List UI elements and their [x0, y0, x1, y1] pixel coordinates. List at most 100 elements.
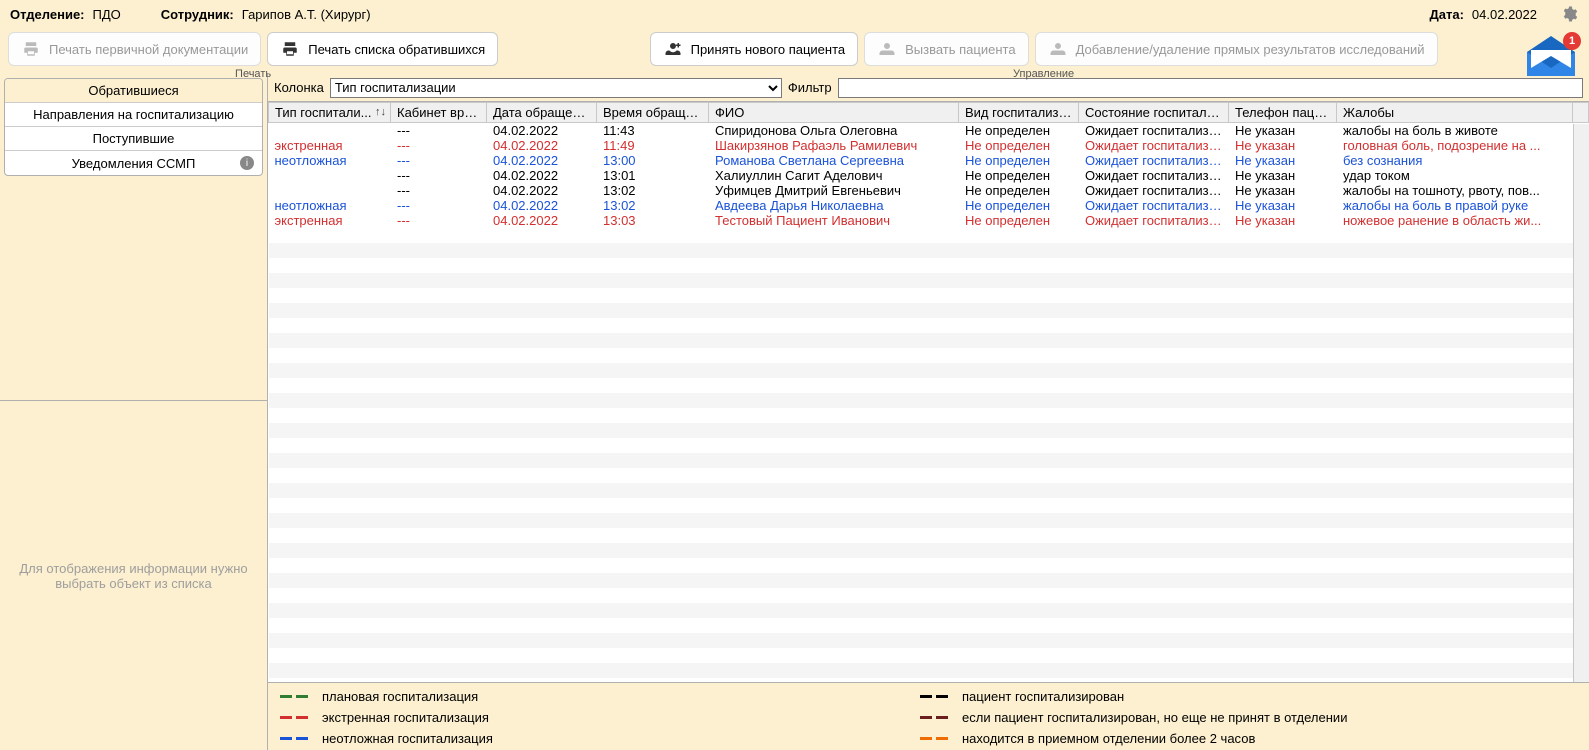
- detail-placeholder-text: Для отображения информации нужно выбрать…: [10, 561, 257, 591]
- cell-compl: жалобы на боль в животе: [1337, 123, 1573, 139]
- accept-new-label: Принять нового пациента: [691, 42, 846, 57]
- col-fio[interactable]: ФИО: [709, 103, 959, 123]
- legend-row: экстренная госпитализация: [280, 710, 920, 725]
- cell-date: 04.02.2022: [487, 138, 597, 153]
- empty-row: [269, 648, 1589, 663]
- table-row[interactable]: ---04.02.202213:01Халиуллин Сагит Аделов…: [269, 168, 1589, 183]
- cell-tel: Не указан: [1229, 138, 1337, 153]
- cell-cab: ---: [391, 138, 487, 153]
- empty-row: [269, 393, 1589, 408]
- cell-type: экстренная: [269, 213, 391, 228]
- empty-row: [269, 663, 1589, 678]
- cell-fio: Уфимцев Дмитрий Евгеньевич: [709, 183, 959, 198]
- table-row[interactable]: экстренная---04.02.202211:49Шакирзянов Р…: [269, 138, 1589, 153]
- cell-vid: Не определен: [959, 123, 1079, 139]
- legend-row: плановая госпитализация: [280, 689, 920, 704]
- accept-new-patient-button[interactable]: Принять нового пациента: [650, 32, 859, 66]
- col-compl[interactable]: Жалобы: [1337, 103, 1573, 123]
- cell-cab: ---: [391, 123, 487, 139]
- col-cab[interactable]: Кабинет врача: [391, 103, 487, 123]
- print-list-label: Печать списка обратившихся: [308, 42, 485, 57]
- cell-compl: жалобы на тошноту, рвоту, пов...: [1337, 183, 1573, 198]
- legend-dash-darkred: [920, 716, 950, 719]
- table-row[interactable]: ---04.02.202213:02Уфимцев Дмитрий Евгень…: [269, 183, 1589, 198]
- cell-tel: Не указан: [1229, 153, 1337, 168]
- cell-state: Ожидает госпитализацию: [1079, 168, 1229, 183]
- table-header-row: Тип госпитали...↑↓ Кабинет врача Дата об…: [269, 103, 1589, 123]
- filter-input[interactable]: [838, 78, 1583, 98]
- cell-cab: ---: [391, 168, 487, 183]
- cell-fio: Тестовый Пациент Иванович: [709, 213, 959, 228]
- cell-type: [269, 183, 391, 198]
- col-type[interactable]: Тип госпитали...↑↓: [269, 103, 391, 123]
- print-list-button[interactable]: Печать списка обратившихся: [267, 32, 498, 66]
- empty-row: [269, 288, 1589, 303]
- cell-vid: Не определен: [959, 213, 1079, 228]
- mail-icon[interactable]: 1: [1523, 34, 1579, 78]
- legend-label: пациент госпитализирован: [962, 689, 1124, 704]
- cell-state: Ожидает госпитализацию: [1079, 153, 1229, 168]
- cell-tel: Не указан: [1229, 198, 1337, 213]
- legend-row: пациент госпитализирован: [920, 689, 1347, 704]
- cell-fio: Шакирзянов Рафаэль Рамилевич: [709, 138, 959, 153]
- table-row[interactable]: неотложная---04.02.202213:00Романова Све…: [269, 153, 1589, 168]
- cell-vid: Не определен: [959, 183, 1079, 198]
- cell-fio: Спиридонова Ольга Олеговна: [709, 123, 959, 139]
- nav-applied[interactable]: Обратившиеся: [5, 79, 262, 103]
- cell-vid: Не определен: [959, 138, 1079, 153]
- nav-referrals[interactable]: Направления на госпитализацию: [5, 103, 262, 127]
- empty-row: [269, 513, 1589, 528]
- empty-row: [269, 543, 1589, 558]
- cell-time: 13:03: [597, 213, 709, 228]
- call-patient-icon: [877, 39, 897, 59]
- col-state[interactable]: Состояние госпитализации: [1079, 103, 1229, 123]
- info-icon: i: [240, 156, 254, 170]
- header-bar: Отделение: ПДО Сотрудник: Гарипов А.Т. (…: [0, 0, 1589, 28]
- cell-time: 13:01: [597, 168, 709, 183]
- dept-value: ПДО: [93, 7, 121, 22]
- legend-row: неотложная госпитализация: [280, 731, 920, 746]
- legend-dash-green: [280, 695, 310, 698]
- legend-label: плановая госпитализация: [322, 689, 478, 704]
- add-remove-results-button[interactable]: Добавление/удаление прямых результатов и…: [1035, 32, 1438, 66]
- vertical-scrollbar[interactable]: [1573, 124, 1589, 682]
- legend: плановая госпитализация экстренная госпит…: [268, 683, 1589, 750]
- col-tel[interactable]: Телефон пациента: [1229, 103, 1337, 123]
- cell-state: Ожидает госпитализацию: [1079, 123, 1229, 139]
- empty-row: [269, 573, 1589, 588]
- right-pane: Колонка Тип госпитализации Фильтр Тип го…: [268, 74, 1589, 750]
- dept-label: Отделение:: [10, 7, 85, 22]
- cell-time: 13:02: [597, 198, 709, 213]
- cell-compl: удар током: [1337, 168, 1573, 183]
- column-select[interactable]: Тип госпитализации: [330, 78, 782, 98]
- cell-cab: ---: [391, 213, 487, 228]
- cell-state: Ожидает госпитализацию: [1079, 183, 1229, 198]
- empty-row: [269, 498, 1589, 513]
- cell-tel: Не указан: [1229, 213, 1337, 228]
- print-primary-button[interactable]: Печать первичной документации: [8, 32, 261, 66]
- employee-value: Гарипов А.Т. (Хирург): [242, 7, 371, 22]
- cell-fio: Романова Светлана Сергеевна: [709, 153, 959, 168]
- cell-state: Ожидает госпитализацию: [1079, 213, 1229, 228]
- empty-row: [269, 273, 1589, 288]
- gear-icon[interactable]: [1559, 4, 1579, 24]
- table-row[interactable]: экстренная---04.02.202213:03Тестовый Пац…: [269, 213, 1589, 228]
- col-date[interactable]: Дата обращения: [487, 103, 597, 123]
- nav-ssmp[interactable]: Уведомления ССМПi: [5, 151, 262, 175]
- col-scroll: [1573, 103, 1589, 123]
- col-time[interactable]: Время обращения: [597, 103, 709, 123]
- empty-row: [269, 588, 1589, 603]
- empty-row: [269, 318, 1589, 333]
- table-row[interactable]: неотложная---04.02.202213:02Авдеева Дарь…: [269, 198, 1589, 213]
- call-patient-label: Вызвать пациента: [905, 42, 1015, 57]
- cell-vid: Не определен: [959, 168, 1079, 183]
- legend-label: неотложная госпитализация: [322, 731, 493, 746]
- patients-table: Тип госпитали...↑↓ Кабинет врача Дата об…: [268, 102, 1589, 683]
- nav-admitted[interactable]: Поступившие: [5, 127, 262, 151]
- cell-vid: Не определен: [959, 198, 1079, 213]
- call-patient-button[interactable]: Вызвать пациента: [864, 32, 1028, 66]
- cell-type: [269, 123, 391, 139]
- table-row[interactable]: ---04.02.202211:43Спиридонова Ольга Олег…: [269, 123, 1589, 139]
- col-vid[interactable]: Вид госпитализации: [959, 103, 1079, 123]
- cell-compl: головная боль, подозрение на ...: [1337, 138, 1573, 153]
